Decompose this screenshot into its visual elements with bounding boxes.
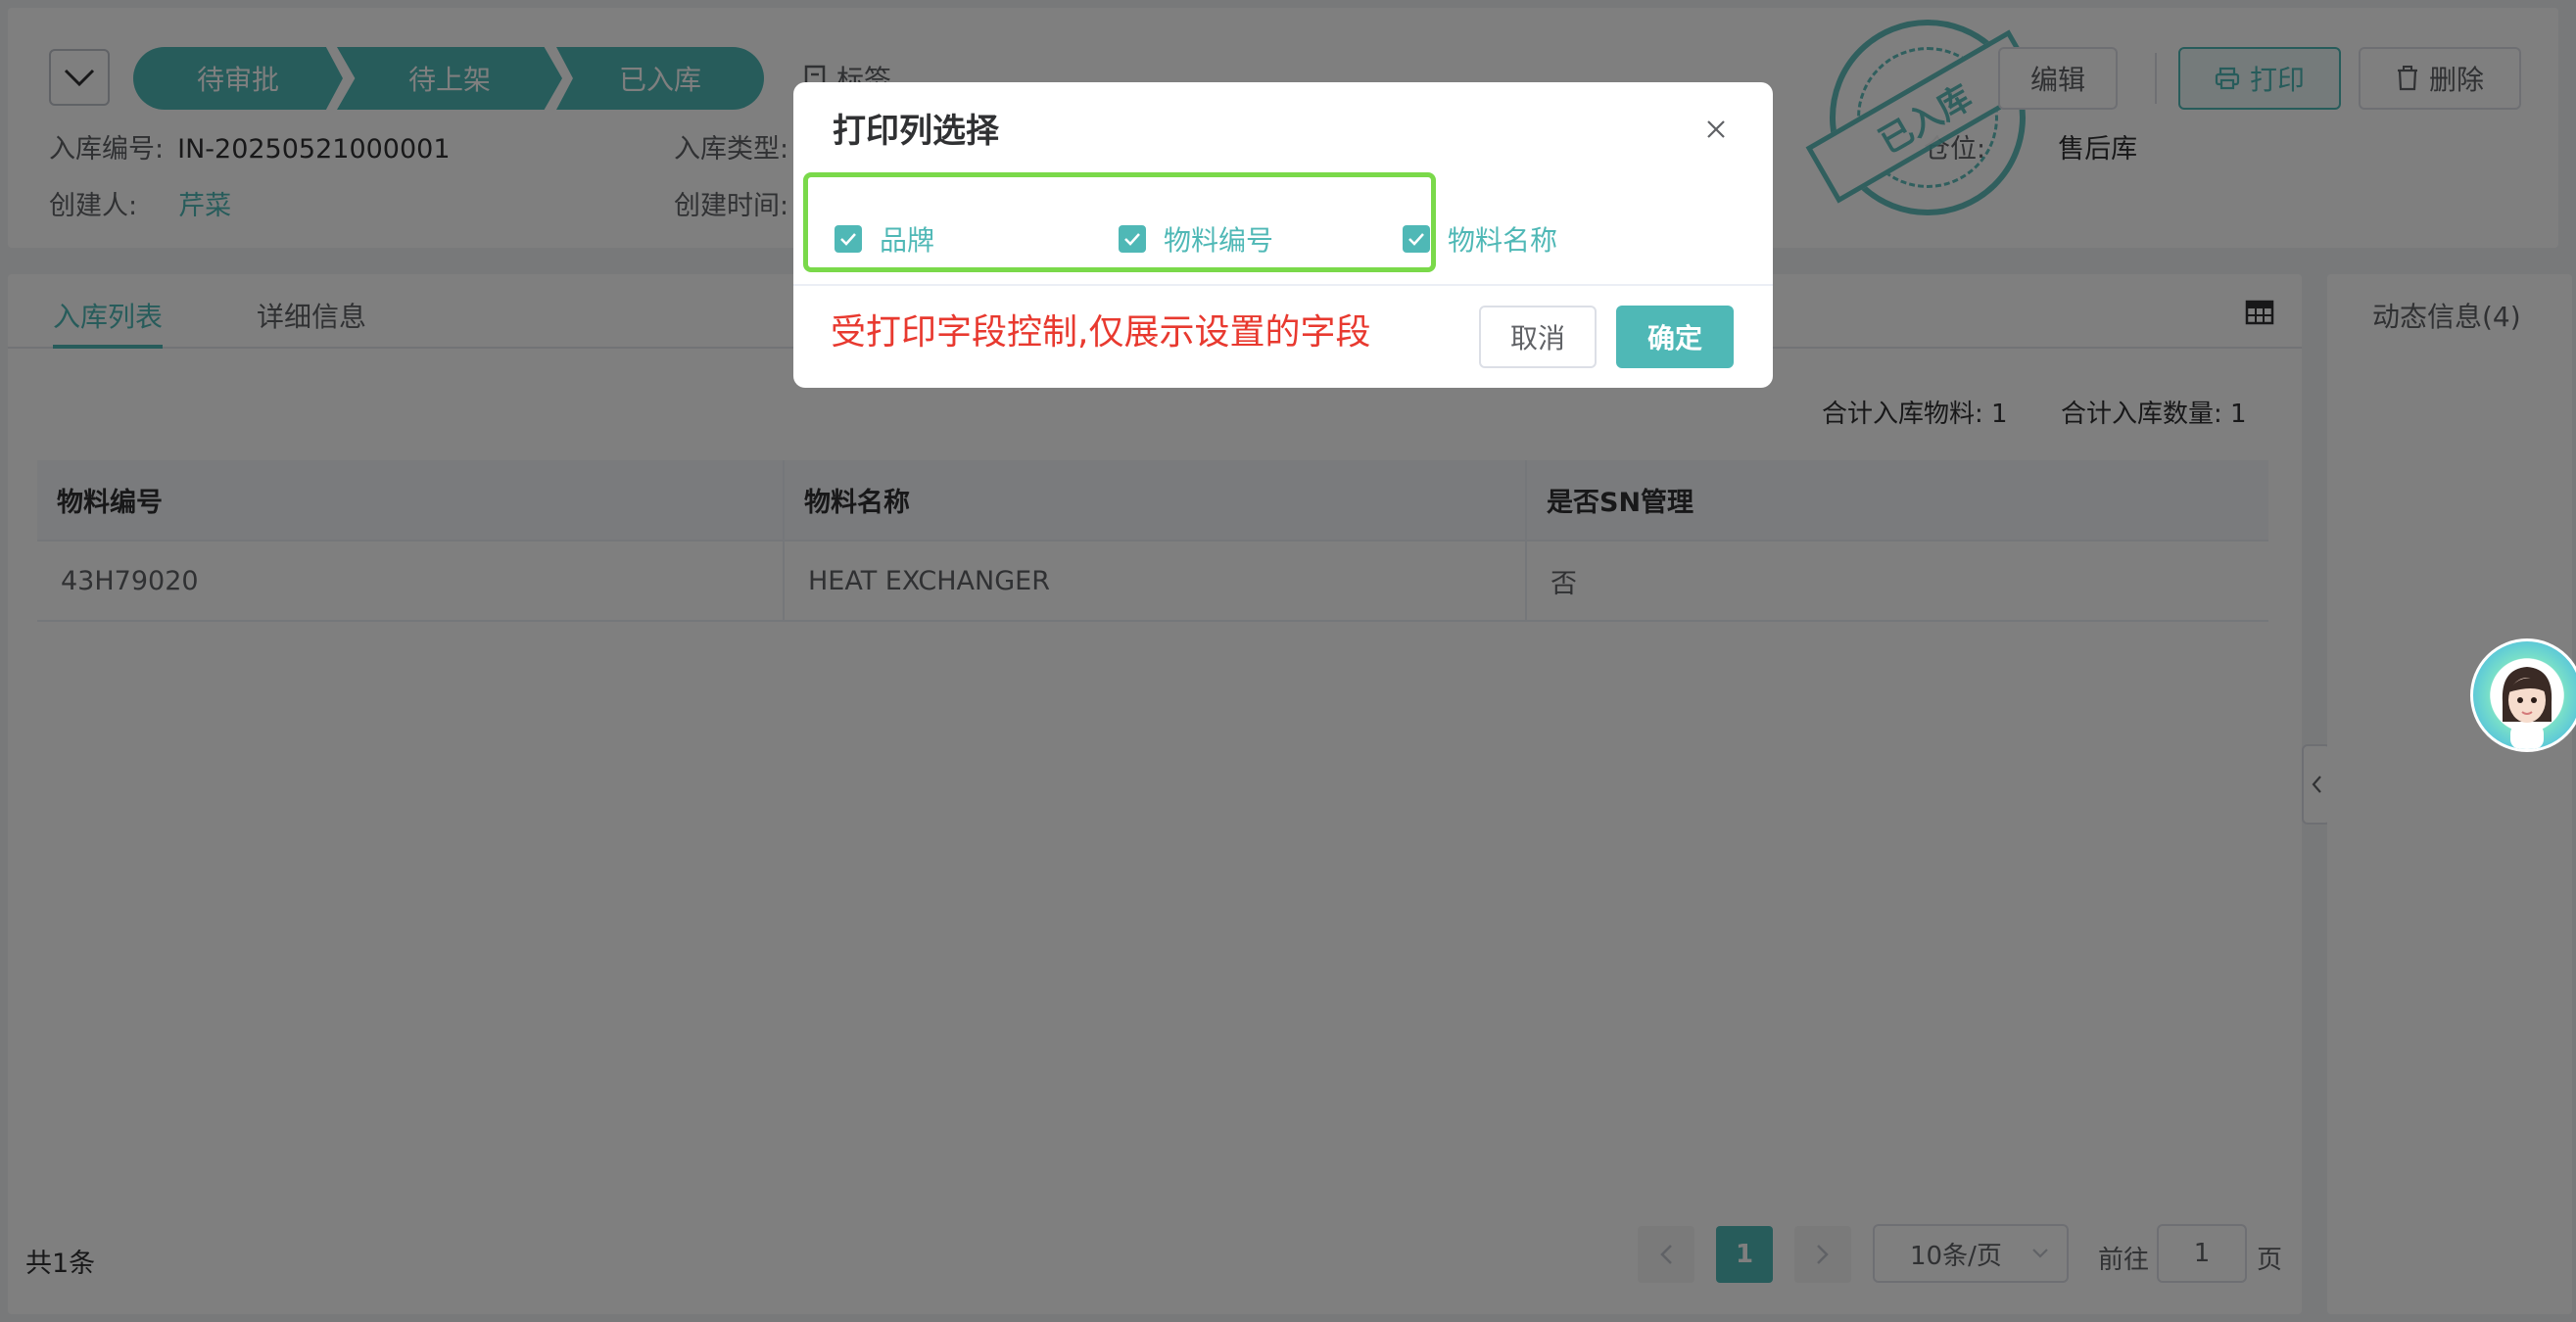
- checkbox-checked-icon: [1119, 225, 1146, 253]
- cancel-button[interactable]: 取消: [1479, 306, 1597, 368]
- assistant-face-icon: [2502, 667, 2552, 749]
- checkbox-checked-icon: [1403, 225, 1430, 253]
- checkbox-material-name[interactable]: 物料名称: [1403, 219, 1557, 259]
- assistant-avatar[interactable]: [2470, 638, 2576, 752]
- dialog-title: 打印列选择: [833, 112, 999, 151]
- confirm-button[interactable]: 确定: [1616, 306, 1734, 368]
- checkbox-material-no-label: 物料编号: [1164, 224, 1274, 257]
- close-button[interactable]: [1696, 110, 1736, 149]
- checkbox-material-name-label: 物料名称: [1448, 224, 1558, 257]
- checkbox-material-no[interactable]: 物料编号: [1119, 219, 1273, 259]
- dialog-divider: [793, 284, 1773, 286]
- print-columns-dialog: 打印列选择 品牌 物料编号 物料名称 受打印字段控制,仅展示设置的字段 取消 确…: [793, 82, 1773, 388]
- checkbox-checked-icon: [835, 225, 862, 253]
- annotation-note: 受打印字段控制,仅展示设置的字段: [831, 312, 1371, 353]
- checkbox-brand-label: 品牌: [880, 224, 935, 257]
- close-icon: [1707, 120, 1725, 138]
- checkbox-brand[interactable]: 品牌: [835, 219, 934, 259]
